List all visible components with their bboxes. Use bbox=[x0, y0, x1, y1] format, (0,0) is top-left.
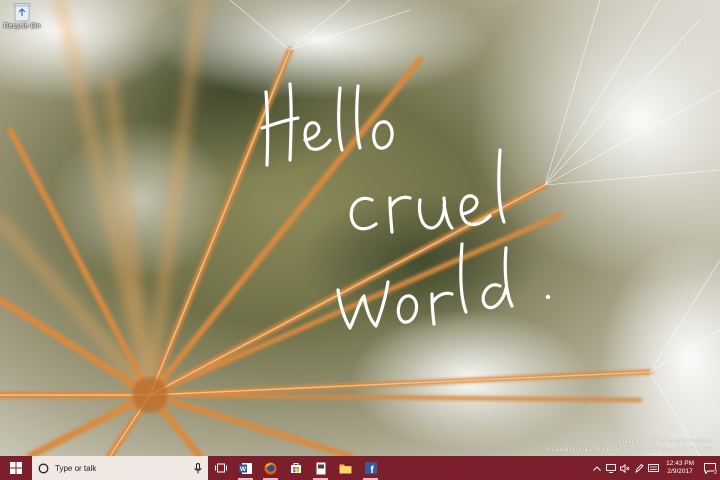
microphone-icon[interactable] bbox=[194, 462, 202, 474]
keyboard-icon bbox=[647, 464, 659, 472]
volume-muted-icon bbox=[620, 463, 630, 473]
taskbar-app-firefox[interactable] bbox=[258, 456, 283, 480]
dandelion-wallpaper bbox=[0, 0, 720, 456]
windows-ink-button[interactable] bbox=[632, 456, 646, 480]
recycle-bin-icon bbox=[13, 3, 31, 22]
network-button[interactable] bbox=[604, 456, 618, 480]
taskbar-app-file-explorer[interactable] bbox=[333, 456, 358, 480]
cortana-icon bbox=[38, 463, 49, 473]
word-icon: W bbox=[239, 462, 252, 474]
clock[interactable]: 12:43 PM 2/9/2017 bbox=[660, 460, 700, 476]
taskbar-app-store[interactable] bbox=[283, 456, 308, 480]
firefox-icon bbox=[264, 462, 277, 474]
recycle-bin-shortcut[interactable]: Recycle Bin bbox=[2, 2, 42, 30]
svg-text:W: W bbox=[240, 466, 247, 473]
volume-button[interactable] bbox=[618, 456, 632, 480]
folder-icon bbox=[339, 464, 352, 473]
start-button[interactable] bbox=[0, 456, 32, 480]
desktop[interactable]: Recycle Bin Windows 10 Pro Insider Previ… bbox=[0, 0, 720, 456]
watermark-build: Evaluation copy. Build 15025.rs_prerelea… bbox=[546, 446, 712, 453]
search-placeholder: Type or talk bbox=[55, 463, 97, 473]
evaluation-watermark: Windows 10 Pro Insider Preview Evaluatio… bbox=[547, 438, 712, 454]
touch-keyboard-button[interactable] bbox=[646, 456, 660, 480]
chevron-up-icon bbox=[593, 465, 602, 471]
taskbar-app-files[interactable] bbox=[308, 456, 333, 480]
clock-time: 12:43 PM bbox=[666, 460, 694, 467]
files-app-icon bbox=[316, 462, 325, 474]
notification-count-badge: 2 bbox=[713, 470, 717, 476]
taskbar-app-facebook[interactable]: f bbox=[358, 456, 383, 480]
task-view-icon bbox=[214, 463, 227, 473]
network-icon bbox=[606, 463, 617, 473]
taskbar: Type or talk W f 12:43 PM 2/9/2017 2 bbox=[0, 456, 720, 480]
action-center-button[interactable]: 2 bbox=[700, 456, 720, 480]
recycle-bin-label: Recycle Bin bbox=[3, 23, 41, 30]
taskbar-app-word[interactable]: W bbox=[233, 456, 258, 480]
watermark-edition: Windows 10 Pro Insider Preview bbox=[618, 438, 712, 445]
cortana-search-box[interactable]: Type or talk bbox=[32, 456, 208, 480]
system-tray: 12:43 PM 2/9/2017 2 bbox=[590, 456, 720, 480]
clock-date: 2/9/2017 bbox=[667, 468, 693, 475]
facebook-icon: f bbox=[364, 462, 377, 474]
store-icon bbox=[290, 463, 301, 473]
show-hidden-icons-button[interactable] bbox=[590, 456, 604, 480]
task-view-button[interactable] bbox=[208, 456, 233, 480]
pen-icon bbox=[634, 463, 644, 473]
windows-logo-icon bbox=[10, 462, 22, 474]
